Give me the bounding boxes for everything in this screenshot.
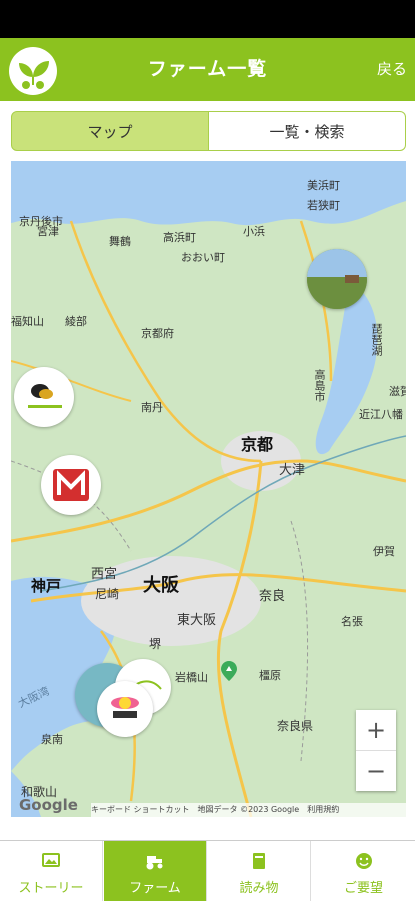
map-label-kyotofu: 京都府 (141, 327, 174, 340)
map-label-fukuchiyama: 福知山 (11, 315, 44, 328)
farm-marker-bird[interactable] (14, 367, 74, 427)
map-label-otsu: 大津 (279, 463, 306, 478)
map-label-ikoma: 岩橋山 (175, 671, 208, 684)
map-label-ohi: おおい町 (181, 251, 225, 264)
map-label-nishinomiya: 西宮 (91, 567, 118, 582)
map-label-nara: 奈良 (259, 589, 286, 604)
map-label-sakai: 堺 (149, 637, 162, 651)
map-view[interactable]: 京丹後市 宮津 舞鶴 高浜町 おおい町 小浜 美浜町 若狭町 福知山 綾部 京都… (11, 161, 406, 817)
map-label-osaka: 大阪 (143, 575, 179, 596)
farm-marker-photo[interactable] (307, 249, 367, 309)
photo-icon (0, 852, 102, 870)
map-label-kashihara: 橿原 (259, 669, 281, 682)
map-label-maizuru: 舞鶴 (109, 235, 131, 248)
nav-farm[interactable]: ファーム (104, 841, 207, 901)
map-label-nabari: 名張 (341, 615, 363, 628)
status-bar (0, 0, 415, 38)
map-label-konan: 近江八幡 (359, 408, 403, 421)
map-label-biwako: 琵琶湖 (370, 323, 383, 356)
map-label-wakasa: 若狭町 (307, 199, 340, 212)
book-icon (208, 852, 310, 870)
tab-list-search[interactable]: 一覧・検索 (209, 111, 406, 151)
nav-story[interactable]: ストーリー (0, 841, 103, 901)
zoom-out-button[interactable]: − (356, 750, 396, 791)
tractor-icon (104, 852, 206, 870)
nav-request[interactable]: ご要望 (312, 841, 415, 901)
map-label-higashiosaka: 東大阪 (177, 613, 217, 628)
smile-icon (312, 852, 415, 870)
bottom-nav: ストーリー ファーム 読み物 ご要望 (0, 840, 415, 901)
map-label-iga: 伊賀 (373, 545, 395, 558)
zoom-control: + − (356, 710, 396, 791)
map-label-kobe: 神戸 (31, 577, 62, 595)
map-label-shiga: 滋賀 (389, 385, 406, 398)
nav-story-label: ストーリー (18, 881, 84, 896)
farm-marker-m-logo[interactable] (41, 455, 101, 515)
map-label-izumi: 泉南 (41, 733, 63, 746)
google-logo: Google (19, 796, 78, 814)
map-label-takahama: 高浜町 (163, 231, 196, 244)
back-button[interactable]: 戻る (377, 38, 407, 101)
farm-marker-malu[interactable] (97, 681, 153, 737)
map-credits[interactable]: キーボード ショートカット 地図データ ©2023 Google 利用規約 (91, 803, 406, 817)
page-title: ファーム一覧 (147, 58, 268, 80)
zoom-in-button[interactable]: + (356, 710, 396, 750)
map-label-kyoto: 京都 (241, 435, 274, 454)
map-pin-icon[interactable] (221, 661, 237, 681)
nav-request-label: ご要望 (343, 881, 383, 896)
map-label-takashima: 高島市 (313, 369, 326, 402)
view-tabs: マップ 一覧・検索 (11, 111, 406, 153)
map-label-nantan: 南丹 (141, 401, 163, 414)
map-label-narapref: 奈良県 (277, 719, 314, 733)
tab-map[interactable]: マップ (11, 111, 209, 151)
map-label-mihama: 美浜町 (307, 179, 340, 192)
map-label-obama: 小浜 (243, 225, 265, 238)
map-label-miyazu: 宮津 (37, 225, 59, 238)
nav-farm-label: ファーム (129, 881, 181, 896)
map-label-ayabe: 綾部 (65, 315, 87, 328)
nav-reading[interactable]: 読み物 (208, 841, 311, 901)
map-label-amagasaki: 尼崎 (95, 587, 120, 601)
nav-reading-label: 読み物 (239, 881, 279, 896)
